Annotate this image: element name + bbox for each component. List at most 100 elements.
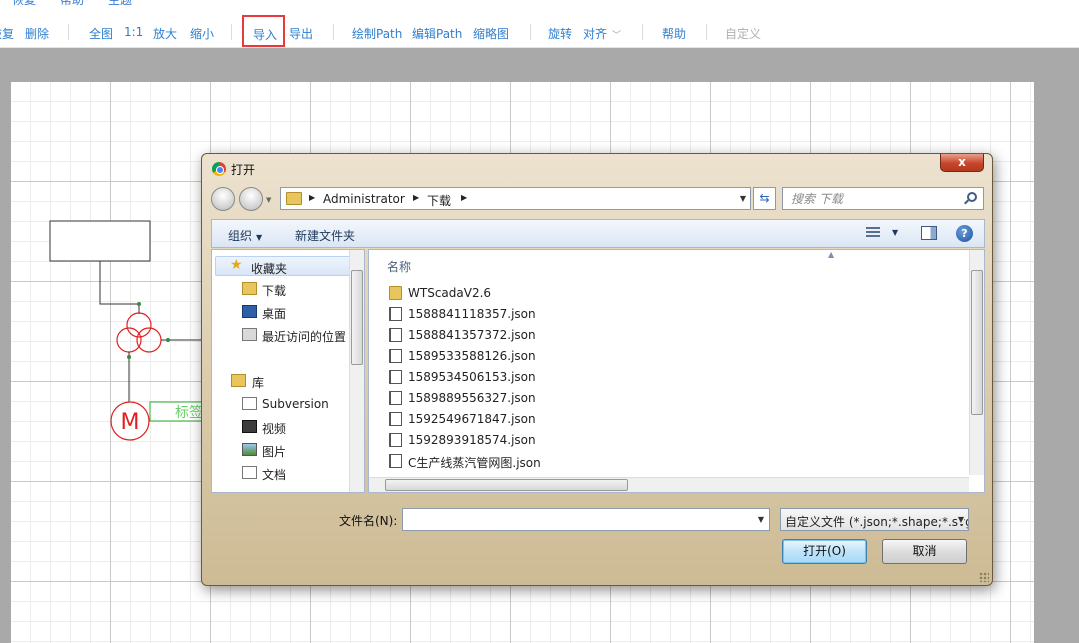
- horizontal-scrollbar-thumb[interactable]: [385, 479, 628, 491]
- zoom-in-button[interactable]: 放大: [153, 25, 177, 42]
- zoom-out-button[interactable]: 缩小: [190, 25, 214, 42]
- file-icon: [389, 349, 402, 363]
- toolbar-divider: [333, 24, 334, 40]
- delete-button[interactable]: 删除: [25, 25, 49, 42]
- view-options-icon[interactable]: [866, 227, 880, 239]
- file-list-horizontal-scrollbar[interactable]: [369, 477, 969, 492]
- refresh-button[interactable]: ⇆: [753, 187, 776, 210]
- align-label: 对齐: [583, 27, 608, 41]
- new-folder-button[interactable]: 新建文件夹: [295, 227, 355, 244]
- top-menu-bar: 恢复 帮助 主题: [0, 0, 1079, 14]
- menu-item-help[interactable]: 帮助: [60, 0, 84, 8]
- preview-pane-icon[interactable]: [921, 226, 937, 240]
- filename-combobox[interactable]: ▼: [402, 508, 770, 531]
- nav-item-downloads[interactable]: 下载: [212, 279, 350, 299]
- import-button[interactable]: 导入: [242, 15, 285, 47]
- rectangle-shape: [49, 220, 151, 262]
- actual-size-button[interactable]: 1:1: [124, 25, 143, 39]
- back-button[interactable]: [211, 187, 235, 211]
- breadcrumb-separator-icon[interactable]: ▶: [413, 193, 419, 202]
- export-button[interactable]: 导出: [289, 25, 313, 42]
- picture-icon: [242, 443, 257, 456]
- search-box[interactable]: [782, 187, 984, 210]
- thumbnail-button[interactable]: 缩略图: [473, 25, 509, 42]
- nav-label: Subversion: [262, 397, 329, 411]
- nav-label: 库: [252, 376, 265, 390]
- column-header-name[interactable]: 名称: [387, 258, 411, 275]
- file-name: 1588841357372.json: [408, 328, 536, 342]
- connection-point: [127, 355, 131, 359]
- breadcrumb-separator-icon[interactable]: ▶: [309, 193, 315, 202]
- file-list-vertical-scrollbar[interactable]: [969, 250, 984, 475]
- nav-label: 文档: [262, 468, 287, 482]
- toolbar-divider: [642, 24, 643, 40]
- address-bar[interactable]: ▶ Administrator ▶ 下载 ▶ ▼: [280, 187, 751, 210]
- nav-item-recent[interactable]: 最近访问的位置: [212, 325, 362, 345]
- nav-scrollbar[interactable]: [349, 250, 364, 492]
- file-type-value: 自定义文件 (*.json;*.shape;*.svg): [785, 515, 969, 529]
- nav-item-favorites[interactable]: ★ 收藏夹: [215, 256, 353, 276]
- address-dropdown-icon[interactable]: ▼: [740, 194, 746, 203]
- nav-item-subversion[interactable]: Subversion: [212, 394, 350, 414]
- folder-icon: [286, 192, 302, 205]
- vertical-scrollbar-thumb[interactable]: [971, 270, 983, 415]
- toolbar: 恢复 删除 全图 1:1 放大 缩小 导入 导出 绘制Path 编辑Path 缩…: [0, 14, 1079, 48]
- nav-scrollbar-thumb[interactable]: [351, 270, 363, 365]
- breadcrumb-separator-icon[interactable]: ▶: [461, 193, 467, 202]
- filename-dropdown-icon[interactable]: ▼: [758, 515, 764, 524]
- nav-label: 图片: [262, 445, 287, 459]
- close-button[interactable]: x: [940, 154, 984, 172]
- recent-places-icon: [242, 328, 257, 341]
- search-icon[interactable]: [967, 192, 977, 202]
- file-list-pane: ▲ 名称 WTScadaV2.6 1588841118357.json 158884…: [368, 249, 985, 493]
- nav-label: 最近访问的位置: [262, 330, 347, 344]
- nav-label: 收藏夹: [251, 262, 288, 276]
- align-dropdown[interactable]: 对齐 ﹀: [583, 25, 621, 42]
- organize-button[interactable]: 组织 ▼: [228, 227, 262, 244]
- downloads-folder-icon: [242, 282, 257, 295]
- help-icon[interactable]: ?: [956, 225, 973, 242]
- file-name: 1589533588126.json: [408, 349, 536, 363]
- filename-label: 文件名(N):: [339, 514, 398, 528]
- edit-path-button[interactable]: 编辑Path: [412, 25, 462, 42]
- help-button[interactable]: 帮助: [662, 25, 686, 42]
- label-text: 标签: [175, 404, 203, 421]
- menu-item-redo[interactable]: 恢复: [12, 0, 36, 8]
- connection-point: [166, 338, 170, 342]
- draw-path-button[interactable]: 绘制Path: [352, 25, 402, 42]
- nav-item-pictures[interactable]: 图片: [212, 440, 350, 460]
- resize-grip[interactable]: [979, 572, 989, 582]
- video-icon: [242, 420, 257, 433]
- nav-item-documents[interactable]: 文档: [212, 463, 350, 483]
- fit-view-button[interactable]: 全图: [89, 25, 113, 42]
- file-name: 1589889556327.json: [408, 391, 536, 405]
- breadcrumb-administrator[interactable]: Administrator: [323, 192, 405, 206]
- search-input[interactable]: [783, 188, 958, 209]
- view-dropdown-icon[interactable]: ▼: [892, 228, 898, 237]
- chevron-down-icon[interactable]: ▼: [957, 515, 964, 524]
- nav-item-desktop[interactable]: 桌面: [212, 302, 350, 322]
- rotate-button[interactable]: 旋转: [548, 25, 572, 42]
- star-icon: ★: [230, 257, 243, 273]
- nav-label: 桌面: [262, 307, 287, 321]
- document-library-icon: [242, 397, 257, 410]
- file-name: WTScadaV2.6: [408, 286, 492, 300]
- history-dropdown-icon[interactable]: ▼: [266, 196, 271, 204]
- filename-input[interactable]: [403, 509, 748, 530]
- file-type-select[interactable]: 自定义文件 (*.json;*.shape;*.svg) ▼: [780, 508, 969, 531]
- cancel-button[interactable]: 取消: [882, 539, 967, 564]
- file-name: C生产线蒸汽管网图.json: [408, 456, 541, 470]
- sort-ascending-icon: ▲: [828, 250, 835, 259]
- organize-label: 组织: [228, 229, 253, 243]
- nav-item-videos[interactable]: 视频: [212, 417, 350, 437]
- toolbar-divider: [706, 24, 707, 40]
- breadcrumb-downloads[interactable]: 下载: [427, 192, 451, 209]
- file-name: 1589534506153.json: [408, 370, 536, 384]
- menu-item-theme[interactable]: 主题: [108, 0, 132, 8]
- open-button[interactable]: 打开(O): [782, 539, 867, 564]
- file-name: 1588841118357.json: [408, 307, 536, 321]
- motor-label: M: [121, 410, 140, 435]
- nav-item-libraries[interactable]: 库: [212, 371, 350, 391]
- redo-button[interactable]: 恢复: [0, 25, 14, 42]
- forward-button[interactable]: [239, 187, 263, 211]
